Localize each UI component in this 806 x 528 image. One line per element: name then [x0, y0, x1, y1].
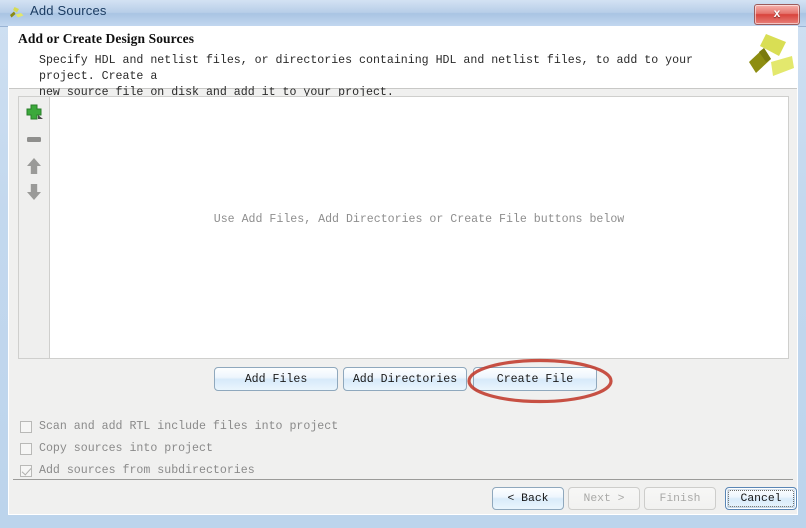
add-directories-button[interactable]: Add Directories	[343, 367, 467, 391]
title-bar[interactable]: Add Sources x	[0, 0, 806, 27]
option-label: Copy sources into project	[39, 442, 213, 455]
checkbox-copy-sources[interactable]	[20, 443, 32, 455]
xilinx-vivado-logo-icon	[746, 32, 796, 84]
window-title: Add Sources	[30, 3, 107, 18]
option-label: Add sources from subdirectories	[39, 464, 255, 477]
option-copy-sources[interactable]: Copy sources into project	[20, 441, 420, 460]
source-list[interactable]: Use Add Files, Add Directories or Create…	[49, 96, 789, 359]
close-button[interactable]: x	[754, 4, 800, 25]
wizard-navigation-bar: < Back Next > Finish Cancel	[9, 487, 797, 514]
option-scan-rtl-include[interactable]: Scan and add RTL include files into proj…	[20, 419, 420, 438]
next-button: Next >	[568, 487, 640, 510]
add-sources-dialog-window: Add Sources x Add or Create Design Sourc…	[0, 0, 806, 528]
option-label: Scan and add RTL include files into proj…	[39, 420, 339, 433]
move-up-icon[interactable]	[20, 153, 48, 179]
finish-button: Finish	[644, 487, 716, 510]
back-button[interactable]: < Back	[492, 487, 564, 510]
action-button-row: Add Files Add Directories Create File	[9, 367, 797, 395]
options-group: Scan and add RTL include files into proj…	[20, 419, 420, 485]
checkbox-scan-rtl-include[interactable]	[20, 421, 32, 433]
page-title: Add or Create Design Sources	[18, 31, 195, 46]
dialog-header: Add or Create Design Sources Specify HDL…	[9, 27, 797, 99]
source-list-toolbar	[18, 96, 49, 359]
footer-separator	[13, 479, 793, 480]
vivado-logo-icon	[9, 6, 25, 21]
cancel-button[interactable]: Cancel	[725, 487, 797, 510]
checkbox-add-subdirectories[interactable]	[20, 465, 32, 477]
dialog-client-area: Add or Create Design Sources Specify HDL…	[8, 26, 798, 515]
create-file-button[interactable]: Create File	[473, 367, 597, 391]
page-description: Specify HDL and netlist files, or direct…	[39, 54, 693, 99]
move-down-icon[interactable]	[20, 179, 48, 205]
close-icon: x	[773, 6, 781, 20]
source-list-empty-message: Use Add Files, Add Directories or Create…	[213, 213, 625, 226]
remove-source-icon[interactable]	[20, 126, 48, 152]
add-source-icon[interactable]	[20, 100, 48, 126]
source-list-wrapper: Use Add Files, Add Directories or Create…	[18, 96, 789, 359]
add-files-button[interactable]: Add Files	[214, 367, 338, 391]
